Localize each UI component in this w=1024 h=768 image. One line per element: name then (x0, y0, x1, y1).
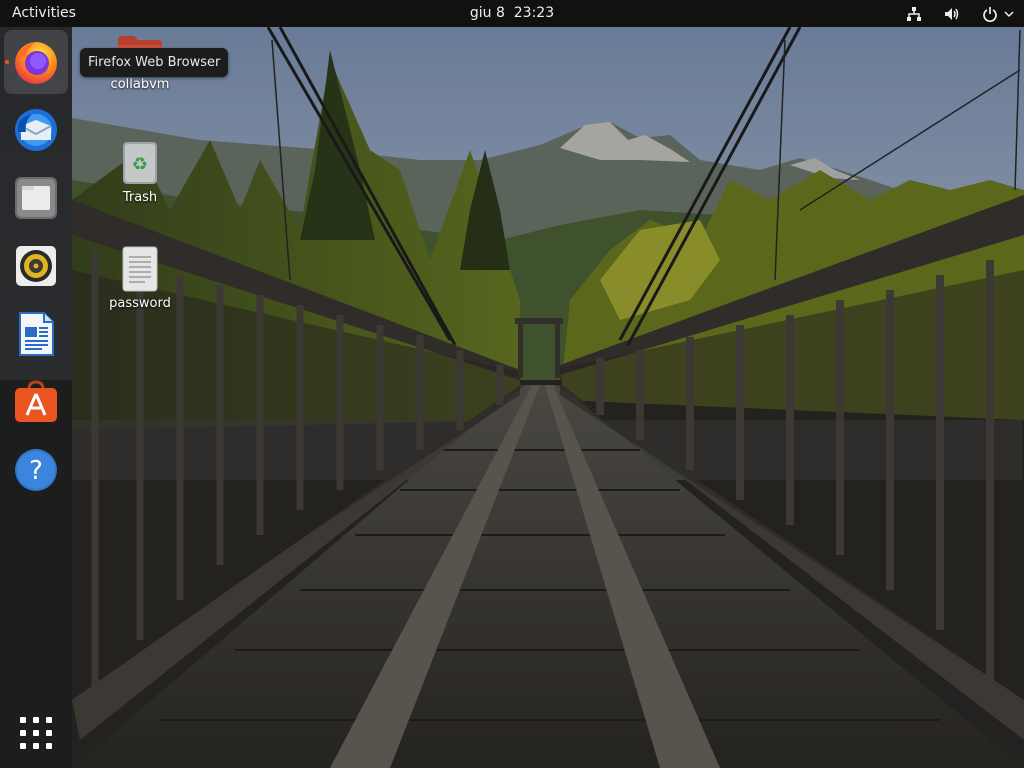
dock-item-thunderbird[interactable] (4, 98, 68, 162)
volume-icon (945, 7, 959, 20)
desktop-icon-password[interactable]: password (95, 245, 185, 311)
desktop-icon-label: collabvm (110, 77, 170, 92)
desktop-icon-label: password (109, 296, 171, 311)
help-icon: ? (15, 449, 57, 491)
dock-item-ubuntu-software[interactable] (4, 370, 68, 434)
clock-button[interactable]: giu 8 23:23 (470, 5, 554, 21)
show-applications-button[interactable] (4, 701, 68, 765)
desktop-icon-trash[interactable]: ♻ Trash (95, 139, 185, 205)
svg-text:?: ? (29, 456, 43, 486)
system-status-menu[interactable] (906, 4, 1014, 23)
clock: giu 8 23:23 (0, 5, 1024, 21)
dock-item-help[interactable]: ? (4, 438, 68, 502)
dock-item-rhythmbox[interactable] (4, 234, 68, 298)
running-indicator (5, 60, 9, 64)
dock-item-files[interactable] (4, 166, 68, 230)
software-icon (15, 380, 57, 422)
text-file-icon (122, 246, 158, 292)
rhythmbox-icon (16, 246, 56, 286)
top-bar: Activities giu 8 23:23 (0, 0, 1024, 27)
chevron-down-icon (1004, 10, 1014, 17)
dock-tooltip: Firefox Web Browser (80, 48, 229, 77)
dock: ? (0, 27, 72, 768)
svg-text:♻: ♻ (132, 154, 148, 175)
network-icon (907, 6, 921, 21)
thunderbird-icon (15, 109, 57, 151)
files-icon (15, 177, 57, 219)
dock-item-libreoffice-writer[interactable] (4, 302, 68, 366)
writer-icon (19, 312, 54, 356)
firefox-icon (15, 42, 57, 84)
desktop-wallpaper (0, 0, 1024, 768)
activities-button[interactable]: Activities (12, 5, 76, 21)
power-icon (983, 6, 997, 22)
trash-icon: ♻ (123, 142, 157, 184)
dock-item-firefox[interactable] (4, 30, 68, 94)
desktop-icon-label: Trash (122, 190, 158, 205)
show-applications-icon (20, 717, 52, 749)
